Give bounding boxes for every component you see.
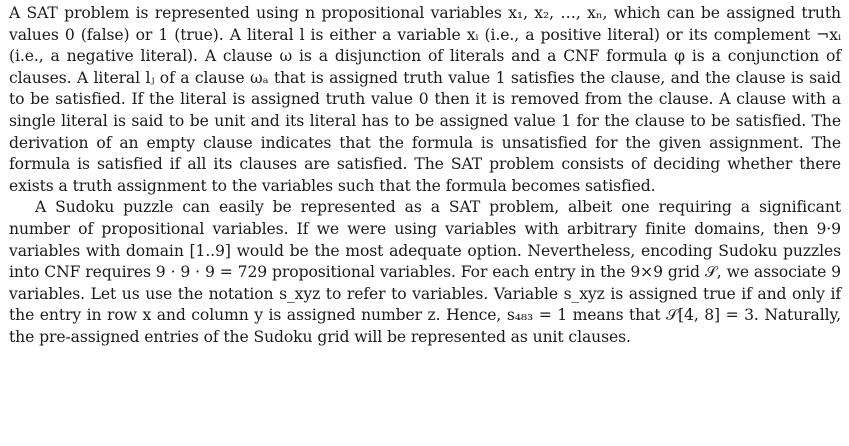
document-page: A SAT problem is represented using n pro… [0,0,849,446]
paragraph-sat-definition: A SAT problem is represented using n pro… [9,3,841,197]
paragraph-sudoku-encoding: A Sudoku puzzle can easily be represente… [9,197,841,348]
paragraph-text: A SAT problem is represented using n pro… [9,4,841,195]
paragraph-text: A Sudoku puzzle can easily be represente… [9,198,841,346]
